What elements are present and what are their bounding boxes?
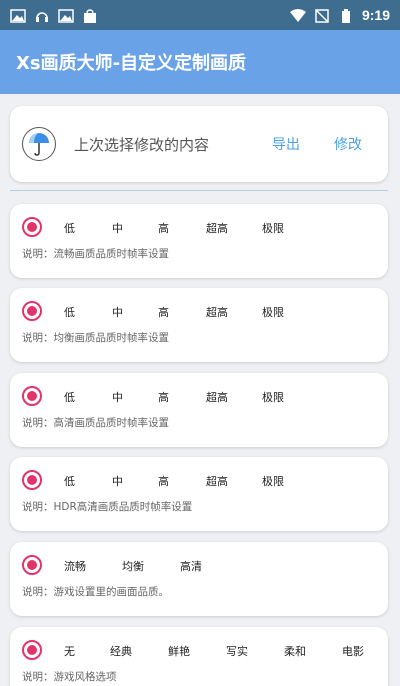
option-choice[interactable]: 柔和 (284, 643, 306, 659)
option-card: 流畅 均衡 高清 说明：游戏设置里的画面品质。 (10, 542, 388, 616)
radio-button[interactable] (22, 470, 42, 490)
option-description: 说明：均衡画质品质时帧率设置 (22, 332, 169, 344)
option-choice[interactable]: 超高 (206, 304, 228, 320)
option-choice[interactable]: 中 (112, 220, 123, 236)
no-sim-icon (314, 8, 330, 23)
option-choice[interactable]: 低 (64, 304, 75, 320)
option-choice[interactable]: 低 (64, 473, 75, 489)
option-description: 说明：游戏设置里的画面品质。 (22, 586, 169, 598)
option-choice[interactable]: 流畅 (64, 558, 86, 574)
option-choice[interactable]: 高 (158, 220, 169, 236)
radio-button[interactable] (22, 640, 42, 660)
image-icon (58, 8, 74, 23)
option-choice[interactable]: 经典 (110, 643, 132, 659)
option-choice[interactable]: 写实 (226, 643, 248, 659)
option-card: 低 中 高 超高 极限说明：流畅画质品质时帧率设置 (10, 204, 388, 278)
radio-selected-dot (27, 222, 37, 232)
option-choice[interactable]: 中 (112, 304, 123, 320)
headset-icon (34, 8, 50, 22)
last-selection-label: 上次选择修改的内容 (74, 135, 210, 154)
radio-selected-dot (27, 475, 37, 485)
option-choice[interactable]: 中 (112, 473, 123, 489)
radio-button[interactable] (22, 217, 42, 237)
radio-selected-dot (27, 645, 37, 655)
page-title: Xs画质大师-自定义定制画质 (16, 53, 247, 74)
option-card: 低 中 高 超高 极限说明：HDR高清画质品质时帧率设置 (10, 457, 388, 531)
option-choice[interactable]: 低 (64, 220, 75, 236)
status-icons-right: 9:19 (289, 7, 390, 23)
option-choice[interactable]: 高清 (180, 558, 202, 574)
option-choices: 低 中 高 超高 极限 (22, 469, 284, 491)
option-choice[interactable]: 极限 (262, 304, 284, 320)
umbrella-icon (22, 127, 56, 161)
battery-icon (338, 8, 354, 23)
option-choices: 低 中 高 超高 极限 (22, 300, 284, 322)
option-choice[interactable]: 均衡 (122, 558, 144, 574)
radio-selected-dot (27, 560, 37, 570)
radio-button[interactable] (22, 555, 42, 575)
image-icon (10, 8, 26, 23)
last-selection-card: 上次选择修改的内容 导出 修改 (10, 106, 388, 182)
option-choice[interactable]: 超高 (206, 473, 228, 489)
status-icons-left (10, 8, 98, 23)
option-choice[interactable]: 极限 (262, 473, 284, 489)
option-choice[interactable]: 高 (158, 473, 169, 489)
radio-button[interactable] (22, 386, 42, 406)
status-bar: 9:19 (0, 0, 400, 30)
option-choices: 流畅 均衡 高清 (22, 554, 202, 576)
option-choice[interactable]: 电影 (342, 643, 364, 659)
bag-icon (82, 8, 98, 23)
wifi-icon (289, 8, 306, 22)
radio-selected-dot (27, 306, 37, 316)
radio-selected-dot (27, 391, 37, 401)
export-button[interactable]: 导出 (272, 134, 300, 154)
option-choices: 无 经典 鲜艳 写实 柔和 电影 (22, 639, 364, 661)
app-bar: Xs画质大师-自定义定制画质 (0, 30, 400, 94)
option-choice[interactable]: 低 (64, 389, 75, 405)
option-choice[interactable]: 高 (158, 389, 169, 405)
option-choice[interactable]: 超高 (206, 389, 228, 405)
edit-button[interactable]: 修改 (334, 134, 362, 154)
option-description: 说明：游戏风格选项 (22, 671, 117, 683)
option-description: 说明：高清画质品质时帧率设置 (22, 417, 169, 429)
option-choice[interactable]: 极限 (262, 220, 284, 236)
option-description: 说明：流畅画质品质时帧率设置 (22, 248, 169, 260)
option-choice[interactable]: 鲜艳 (168, 643, 190, 659)
option-card: 低 中 高 超高 极限说明：均衡画质品质时帧率设置 (10, 288, 388, 362)
option-choice[interactable]: 超高 (206, 220, 228, 236)
option-choice[interactable]: 无 (64, 643, 75, 659)
option-choices: 低 中 高 超高 极限 (22, 216, 284, 238)
radio-button[interactable] (22, 301, 42, 321)
option-choice[interactable]: 高 (158, 304, 169, 320)
status-time: 9:19 (361, 7, 390, 23)
option-card: 无 经典 鲜艳 写实 柔和 电影说明：游戏风格选项 (10, 627, 388, 686)
option-choice[interactable]: 中 (112, 389, 123, 405)
option-choice[interactable]: 极限 (262, 389, 284, 405)
divider (10, 190, 388, 191)
option-choices: 低 中 高 超高 极限 (22, 385, 284, 407)
option-card: 低 中 高 超高 极限说明：高清画质品质时帧率设置 (10, 373, 388, 447)
option-description: 说明：HDR高清画质品质时帧率设置 (22, 501, 193, 513)
